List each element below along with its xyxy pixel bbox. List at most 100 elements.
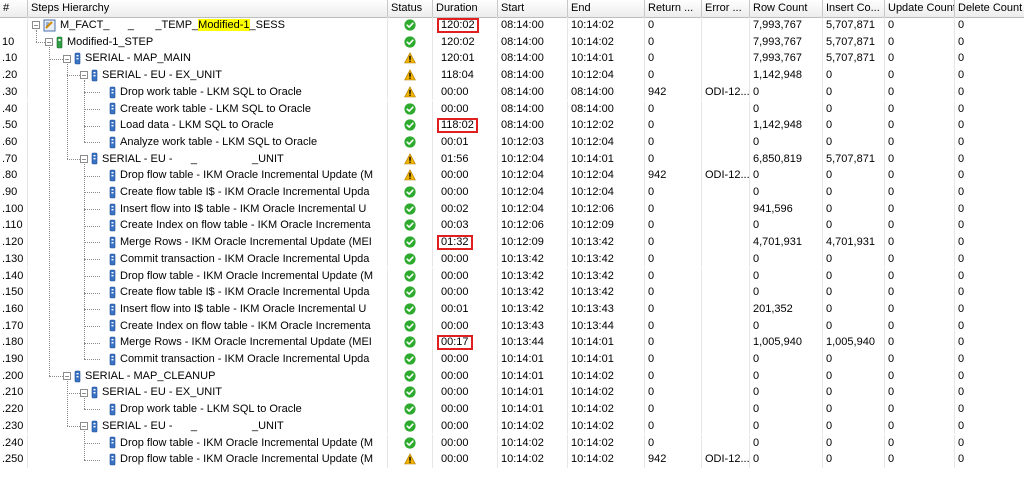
tree-node[interactable]: − SERIAL - MAP_MAIN	[63, 50, 191, 67]
column-header-insert-count[interactable]: Insert Co...	[823, 0, 885, 17]
table-row[interactable]: .220 Drop work table - LKM SQL to Oracle 0…	[0, 401, 1024, 418]
task-icon	[74, 370, 81, 382]
column-header-return-code[interactable]: Return ...	[645, 0, 702, 17]
table-row[interactable]: .140 Drop flow table - IKM Oracle Increme…	[0, 267, 1024, 285]
tree-node[interactable]: − SERIAL - EU - _ _UNIT	[80, 418, 284, 435]
tree-node[interactable]: Merge Rows - IKM Oracle Incremental Upda…	[98, 334, 372, 351]
collapse-toggle-icon[interactable]: −	[80, 388, 88, 397]
tree-node[interactable]: − SERIAL - MAP_CLEANUP	[63, 368, 215, 385]
update-count: 0	[885, 50, 955, 68]
tree-line-horizontal	[84, 275, 100, 277]
tree-node[interactable]: Create flow table I$ - IKM Oracle Increm…	[98, 184, 369, 201]
table-row[interactable]: .180 Merge Rows - IKM Oracle Incremental …	[0, 334, 1024, 351]
tree-node[interactable]: Analyze work table - LKM SQL to Oracle	[98, 134, 317, 151]
return-code: 0	[645, 334, 702, 351]
table-row[interactable]: .30 Drop work table - LKM SQL to Oracle 00…	[0, 83, 1024, 101]
tree-node[interactable]: Insert flow into I$ table - IKM Oracle I…	[98, 201, 366, 218]
tree-node[interactable]: Commit transaction - IKM Oracle Incremen…	[98, 351, 369, 368]
tree-node[interactable]: Drop flow table - IKM Oracle Incremental…	[98, 167, 373, 184]
tree-node[interactable]: − SERIAL - EU - EX_UNIT	[80, 384, 222, 401]
update-count: 0	[885, 83, 955, 101]
node-label: M_FACT_ _ _TEMP_Modified-1_SESS	[60, 17, 285, 34]
tree-node[interactable]: Drop work table - LKM SQL to Oracle	[98, 84, 302, 101]
return-code: 0	[645, 117, 702, 134]
delete-count: 0	[958, 19, 965, 31]
column-header-end[interactable]: End	[568, 0, 645, 17]
table-row[interactable]: .230 − SERIAL - EU - _ _UNIT 00:00 10:14:02 1…	[0, 417, 1024, 435]
collapse-toggle-icon[interactable]: −	[45, 38, 53, 47]
table-row[interactable]: .70 − SERIAL - EU - _ _UNIT 01:56 10:12:04 10…	[0, 150, 1024, 168]
tree-node[interactable]: Merge Rows - IKM Oracle Incremental Upda…	[98, 234, 372, 251]
delete-count: 0	[958, 69, 965, 82]
collapse-toggle-icon[interactable]: −	[80, 422, 88, 431]
tree-node[interactable]: Insert flow into I$ table - IKM Oracle I…	[98, 301, 366, 318]
collapse-toggle-icon[interactable]: −	[63, 54, 71, 63]
duration-cell: 00:02	[433, 200, 498, 218]
row-count: 0	[750, 133, 823, 151]
column-header-update-count[interactable]: Update Count	[885, 0, 955, 17]
column-header-num[interactable]: #	[0, 0, 28, 17]
tree-line-horizontal	[84, 459, 100, 461]
error-code	[702, 150, 750, 168]
task-icon	[109, 103, 116, 115]
table-row[interactable]: .50 Load data - LKM SQL to Oracle 118:02 08…	[0, 117, 1024, 134]
tree-node[interactable]: Create Index on flow table - IKM Oracle …	[98, 217, 371, 234]
column-header-status[interactable]: Status	[388, 0, 433, 17]
table-row[interactable]: .160 Insert flow into I$ table - IKM Orac…	[0, 300, 1024, 318]
table-row[interactable]: .10 − SERIAL - MAP_MAIN 120:01 08:14:00 10:14…	[0, 50, 1024, 68]
table-row[interactable]: .130 Commit transaction - IKM Oracle Incr…	[0, 250, 1024, 268]
tree-node[interactable]: Drop flow table - IKM Oracle Incremental…	[98, 435, 373, 452]
error-code	[702, 217, 750, 235]
table-row[interactable]: .90 Create flow table I$ - IKM Oracle Inc…	[0, 184, 1024, 201]
column-header-error[interactable]: Error ...	[702, 0, 750, 17]
tree-node[interactable]: Commit transaction - IKM Oracle Incremen…	[98, 251, 369, 268]
table-row[interactable]: .200 − SERIAL - MAP_CLEANUP 00:00 10:14:01 10…	[0, 367, 1024, 385]
duration-cell: 00:00	[433, 250, 498, 268]
status-cell	[388, 334, 433, 351]
tree-node[interactable]: Drop flow table - IKM Oracle Incremental…	[98, 268, 373, 285]
table-row[interactable]: .190 Commit transaction - IKM Oracle Incr…	[0, 351, 1024, 368]
collapse-toggle-icon[interactable]: −	[80, 71, 88, 80]
tree-node[interactable]: − SERIAL - EU - EX_UNIT	[80, 67, 222, 84]
column-header-row-count[interactable]: Row Count	[750, 0, 823, 17]
duration-cell: 00:00	[433, 434, 498, 452]
error-code	[702, 300, 750, 318]
column-header-duration[interactable]: Duration	[433, 0, 498, 17]
table-row[interactable]: .250 Drop flow table - IKM Oracle Increme…	[0, 451, 1024, 468]
tree-node[interactable]: Drop work table - LKM SQL to Oracle	[98, 401, 302, 418]
tree-node[interactable]: Create Index on flow table - IKM Oracle …	[98, 318, 371, 335]
collapse-toggle-icon[interactable]: −	[80, 154, 88, 163]
tree-node[interactable]: − M_FACT_ _ _TEMP_Modified-1_SESS	[32, 17, 285, 34]
tree-node[interactable]: Create work table - LKM SQL to Oracle	[98, 101, 311, 118]
table-row[interactable]: .110 Create Index on flow table - IKM Ora…	[0, 217, 1024, 235]
table-row[interactable]: .170 Create Index on flow table - IKM Ora…	[0, 317, 1024, 335]
column-header-start[interactable]: Start	[498, 0, 568, 17]
duration-value: 00:00	[441, 353, 469, 365]
tree-node[interactable]: Create flow table I$ - IKM Oracle Increm…	[98, 284, 369, 301]
tree-line-horizontal	[84, 125, 100, 127]
column-header-delete-count[interactable]: Delete Count	[955, 0, 1024, 17]
table-row[interactable]: .120 Merge Rows - IKM Oracle Incremental …	[0, 234, 1024, 251]
collapse-toggle-icon[interactable]: −	[63, 372, 71, 381]
insert-count: 0	[823, 67, 885, 84]
table-row[interactable]: .20− SERIAL - EU - EX_UNIT 118:04 08:14:00 1…	[0, 67, 1024, 84]
table-row[interactable]: .100 Insert flow into I$ table - IKM Orac…	[0, 200, 1024, 218]
table-row[interactable]: .60 Analyze work table - LKM SQL to Oracl…	[0, 133, 1024, 151]
collapse-toggle-icon[interactable]: −	[32, 21, 40, 30]
tree-node[interactable]: Drop flow table - IKM Oracle Incremental…	[98, 451, 373, 468]
tree-node[interactable]: − Modified-1_STEP	[45, 34, 153, 51]
table-row[interactable]: 10 − Modified-1_STEP 120:02 08:14:00 10:14:02…	[0, 33, 1024, 51]
table-row[interactable]: .40 Create work table - LKM SQL to Oracle…	[0, 100, 1024, 118]
table-row[interactable]: .240 Drop flow table - IKM Oracle Increme…	[0, 434, 1024, 452]
table-row[interactable]: − M_FACT_ _ _TEMP_Modified-1_SESS 120:02 08…	[0, 17, 1024, 34]
table-row[interactable]: .150 Create flow table I$ - IKM Oracle In…	[0, 284, 1024, 301]
task-icon	[109, 253, 116, 265]
tree-node[interactable]: − SERIAL - EU - _ _UNIT	[80, 151, 284, 168]
return-code: 0	[645, 434, 702, 452]
table-row[interactable]: .210 − SERIAL - EU - EX_UNIT 00:00 10:14:01 1…	[0, 384, 1024, 402]
table-row[interactable]: .80 Drop flow table - IKM Oracle Incremen…	[0, 167, 1024, 184]
duration-value: 00:00	[441, 85, 469, 98]
check-circle-icon	[404, 236, 416, 248]
tree-node[interactable]: Load data - LKM SQL to Oracle	[98, 117, 274, 134]
column-header-hierarchy[interactable]: Steps Hierarchy	[28, 0, 388, 17]
